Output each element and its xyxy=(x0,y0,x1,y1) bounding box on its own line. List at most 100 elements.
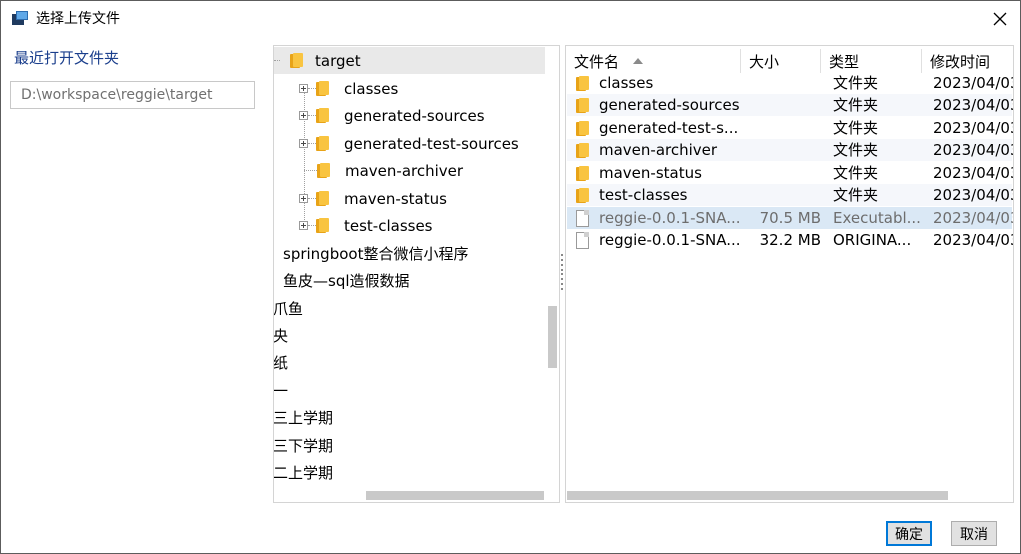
file-row[interactable]: reggie-0.0.1-SNA... 32.2 MB ORIGINA... 2… xyxy=(567,229,1014,251)
file-icon xyxy=(576,231,589,249)
tree-node-classes[interactable]: classes xyxy=(299,75,398,102)
file-size xyxy=(743,162,821,184)
file-row[interactable]: maven-status 文件夹 2023/04/03 xyxy=(567,162,1014,184)
tree-node-label: maven-status xyxy=(344,189,447,208)
column-header-type[interactable]: 类型 xyxy=(821,49,922,73)
file-name: generated-sources xyxy=(599,96,740,114)
file-type: 文件夹 xyxy=(833,74,879,92)
file-type: 文件夹 xyxy=(833,186,879,204)
tree-node-label: 央 xyxy=(273,327,289,345)
folder-icon xyxy=(316,81,329,96)
upload-dialog: 选择上传文件 最近打开文件夹 target classes generated xyxy=(0,0,1021,554)
column-header-label: 类型 xyxy=(829,52,860,71)
recent-path-field[interactable] xyxy=(10,81,255,109)
file-date: 2023/04/03 xyxy=(933,186,1014,204)
tree-node-generated-test-sources[interactable]: generated-test-sources xyxy=(299,130,519,157)
tree-node-label: springboot整合微信小程序 xyxy=(283,245,469,263)
folder-icon xyxy=(316,191,329,206)
expand-icon[interactable] xyxy=(299,139,308,148)
file-type: 文件夹 xyxy=(833,119,879,137)
tree-node-target[interactable]: target xyxy=(274,47,545,74)
cancel-button[interactable]: 取消 xyxy=(951,521,997,546)
tree-node-label: 纸 xyxy=(273,354,289,372)
tree-node-springboot[interactable]: springboot整合微信小程序 xyxy=(283,240,468,267)
folder-icon xyxy=(317,163,330,178)
file-name: test-classes xyxy=(599,186,688,204)
file-icon xyxy=(576,209,589,227)
pane-splitter[interactable] xyxy=(560,254,563,290)
file-date: 2023/04/03 xyxy=(933,141,1014,159)
tree-node-label: 二上学期 xyxy=(273,464,334,482)
folder-icon xyxy=(576,142,589,158)
file-row[interactable]: test-classes 文件夹 2023/04/03 xyxy=(567,184,1014,206)
ok-button[interactable]: 确定 xyxy=(886,521,932,546)
file-date: 2023/04/03 xyxy=(933,231,1014,249)
tree-node-label: 三上学期 xyxy=(273,409,334,427)
tree-vertical-scrollbar[interactable] xyxy=(548,306,557,368)
column-header-name[interactable]: 文件名 xyxy=(566,49,741,73)
file-type: ORIGINA... xyxy=(833,231,912,249)
column-header-date[interactable]: 修改时间 xyxy=(922,49,1013,73)
folder-icon xyxy=(576,165,589,181)
column-header-size[interactable]: 大小 xyxy=(741,49,821,73)
folder-icon xyxy=(576,187,589,203)
tree-horizontal-scrollbar[interactable] xyxy=(366,491,544,500)
tree-node-maven-archiver[interactable]: maven-archiver xyxy=(304,157,463,184)
expand-icon[interactable] xyxy=(299,84,308,93)
close-icon xyxy=(993,12,1007,26)
file-row[interactable]: classes 文件夹 2023/04/03 xyxy=(567,72,1014,94)
file-date: 2023/04/03 xyxy=(933,119,1014,137)
file-row[interactable]: generated-test-s... 文件夹 2023/04/03 xyxy=(567,117,1014,139)
tree-node-clipped[interactable]: 二上学期 xyxy=(273,459,334,486)
folder-icon xyxy=(316,218,329,233)
expand-icon[interactable] xyxy=(299,111,308,120)
folder-icon xyxy=(290,53,303,68)
file-date: 2023/04/03 xyxy=(933,74,1014,92)
file-name: classes xyxy=(599,74,654,92)
expand-icon[interactable] xyxy=(299,221,308,230)
tree-node-maven-status[interactable]: maven-status xyxy=(299,185,447,212)
tree-node-label: generated-sources xyxy=(344,106,485,125)
tree-node-clipped[interactable]: 一 xyxy=(274,377,288,404)
file-list[interactable]: 文件名 大小 类型 修改时间 classes 文件夹 2023/04/03 ge… xyxy=(565,45,1014,503)
column-header-label: 大小 xyxy=(749,52,780,71)
file-date: 2023/04/03 xyxy=(933,164,1014,182)
recent-folders-label: 最近打开文件夹 xyxy=(14,49,120,67)
folder-icon xyxy=(316,108,329,123)
folder-icon xyxy=(316,136,329,151)
folder-tree[interactable]: target classes generated-sources generat… xyxy=(273,45,560,503)
folder-icon xyxy=(576,97,589,113)
file-name: reggie-0.0.1-SNA... xyxy=(599,209,741,227)
tree-node-generated-sources[interactable]: generated-sources xyxy=(299,102,485,129)
tree-node-label: classes xyxy=(344,79,399,98)
file-size xyxy=(743,139,821,161)
close-button[interactable] xyxy=(985,5,1015,33)
tree-node-clipped[interactable]: 爪鱼 xyxy=(274,295,303,322)
tree-node-label: 三下学期 xyxy=(273,437,334,455)
file-row[interactable]: generated-sources 文件夹 2023/04/03 xyxy=(567,94,1014,116)
tree-node-label: target xyxy=(315,51,361,70)
file-date: 2023/04/03 xyxy=(933,96,1014,114)
tree-node-clipped[interactable]: 三下学期 xyxy=(273,432,334,459)
file-size: 32.2 MB xyxy=(759,231,821,249)
column-header-label: 文件名 xyxy=(574,52,620,71)
file-type: 文件夹 xyxy=(833,164,879,182)
tree-node-clipped[interactable]: 央 xyxy=(273,322,289,349)
file-type: 文件夹 xyxy=(833,96,879,114)
file-row[interactable]: reggie-0.0.1-SNA... 70.5 MB Executabl...… xyxy=(567,207,1013,229)
dialog-title: 选择上传文件 xyxy=(36,11,120,27)
file-name: maven-status xyxy=(599,164,702,182)
folder-icon xyxy=(576,120,589,136)
file-name: generated-test-s... xyxy=(599,119,739,137)
file-row[interactable]: maven-archiver 文件夹 2023/04/03 xyxy=(567,139,1014,161)
app-icon xyxy=(12,11,28,26)
file-type: 文件夹 xyxy=(833,141,879,159)
list-horizontal-scrollbar[interactable] xyxy=(567,491,948,500)
tree-node-sql-fake-data[interactable]: 鱼皮—sql造假数据 xyxy=(283,267,410,294)
tree-node-test-classes[interactable]: test-classes xyxy=(299,212,433,239)
tree-node-clipped[interactable]: 三上学期 xyxy=(273,404,334,431)
tree-node-label: generated-test-sources xyxy=(344,134,519,153)
tree-node-label: 鱼皮—sql造假数据 xyxy=(283,272,410,290)
expand-icon[interactable] xyxy=(299,194,308,203)
tree-node-clipped[interactable]: 纸 xyxy=(273,349,289,376)
